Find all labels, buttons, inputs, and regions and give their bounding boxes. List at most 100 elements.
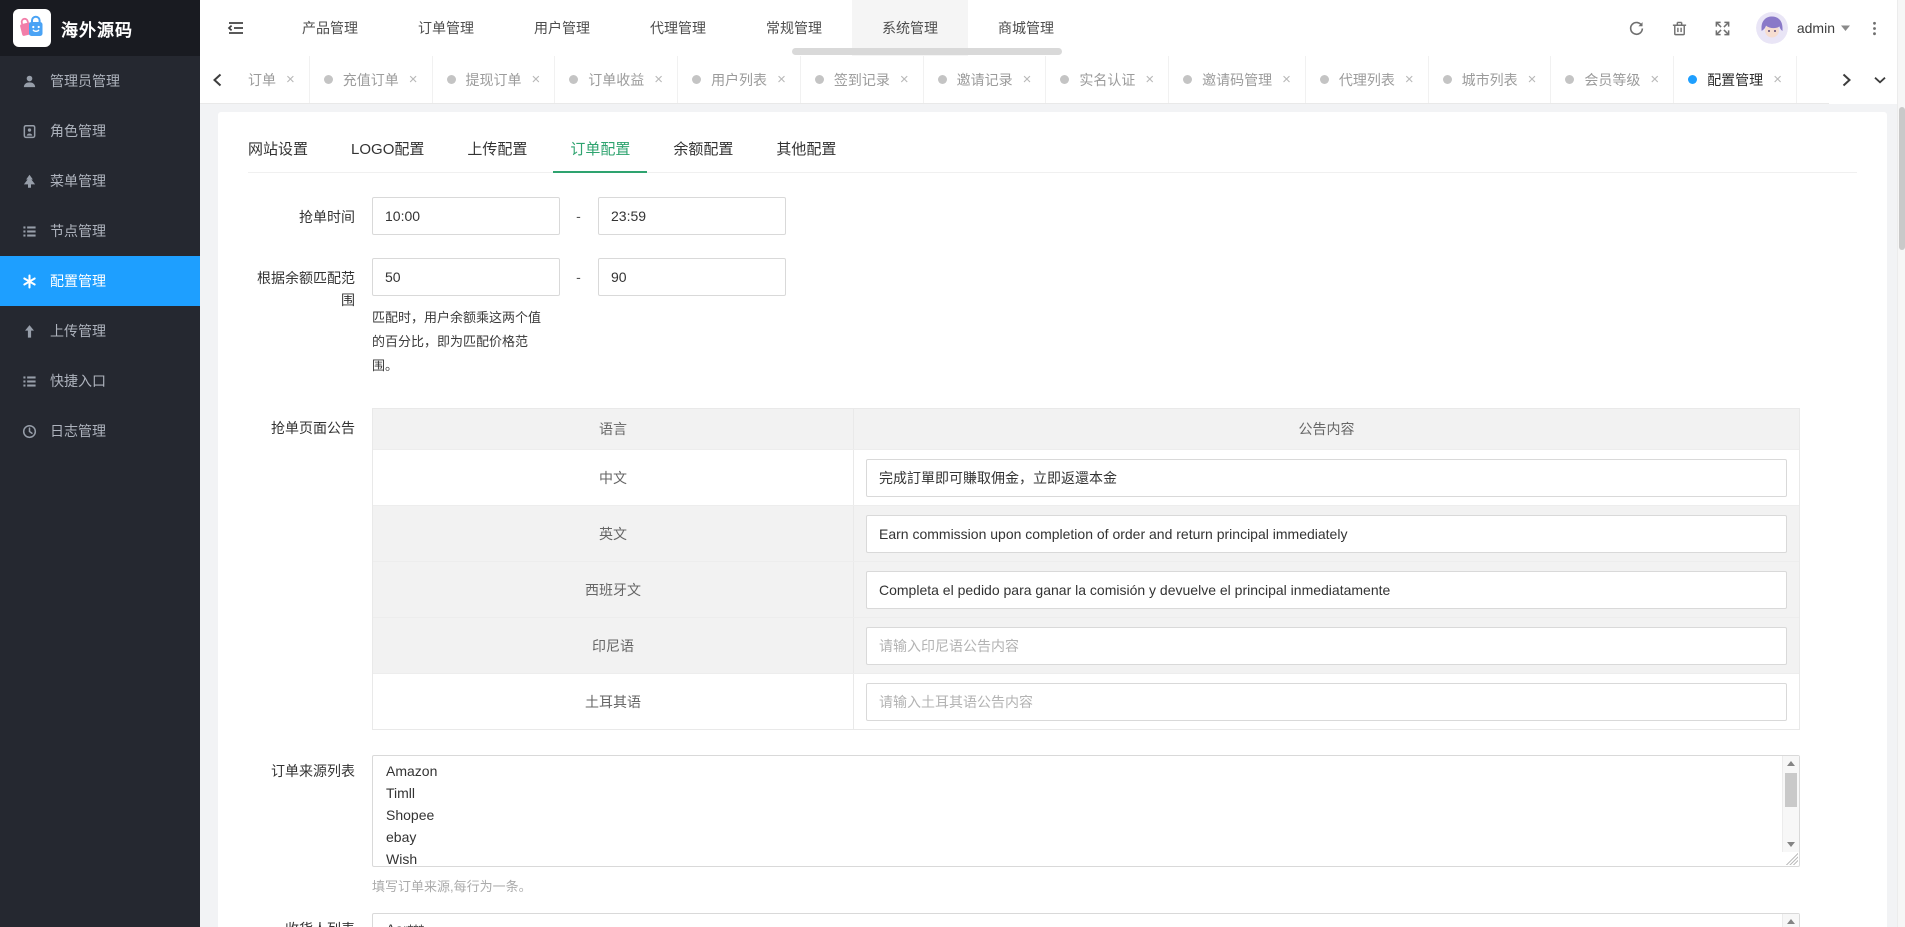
sidebar-item-label: 管理员管理 [50,73,120,89]
tab-member-levels[interactable]: 会员等级 × [1551,56,1675,103]
tab-order-config[interactable]: 订单配置 [553,128,648,173]
tab-dot-icon [1060,75,1070,84]
textarea-scrollbar[interactable] [1782,914,1799,927]
tab-close-icon[interactable]: × [532,72,541,87]
tab-close-icon[interactable]: × [1282,72,1291,87]
tab-close-icon[interactable]: × [900,72,909,87]
balance-match-hint: 匹配时，用户余额乘这两个值的百分比，即为匹配价格范围。 [372,310,542,373]
more-options-icon[interactable] [1850,0,1889,56]
order-sources-label: 订单来源列表 [271,763,355,779]
language-cell: 印尼语 [592,637,634,654]
tabs-dropdown-icon[interactable] [1863,75,1897,85]
tab-user-list[interactable]: 用户列表 × [678,56,801,103]
tab-recharge-orders[interactable]: 充值订单 × [310,56,433,103]
tab-invite-records[interactable]: 邀请记录 × [924,56,1047,103]
user-avatar[interactable] [1755,12,1788,44]
column-header-language: 语言 [599,421,627,437]
grab-time-end-input[interactable] [598,197,786,235]
tab-dot-icon [692,75,702,84]
tab-dot-icon [1688,75,1698,84]
list-icon [23,225,36,237]
topnav-agents[interactable]: 代理管理 [620,0,736,56]
topnav-users[interactable]: 用户管理 [504,0,620,56]
scroll-up-icon[interactable] [1783,914,1799,927]
refresh-icon[interactable] [1615,0,1658,56]
trash-icon[interactable] [1658,0,1701,56]
tab-identity-verify[interactable]: 实名认证 × [1046,56,1170,103]
tab-order-earnings[interactable]: 订单收益 × [555,56,679,103]
consignees-label: 收货人列表 [248,913,355,927]
balance-match-max-input[interactable] [598,258,786,296]
announcement-input-id[interactable] [866,626,1787,665]
sidebar-item-label: 快捷入口 [50,373,106,389]
scroll-up-icon[interactable] [1783,756,1799,771]
consignees-value: Aar*** [373,914,1799,927]
tab-close-icon[interactable]: × [409,72,418,87]
announcement-input-es[interactable] [866,570,1787,609]
menu-fold-icon[interactable] [200,0,272,56]
clock-icon [22,424,37,438]
tab-close-icon[interactable]: × [286,72,295,87]
sidebar-item-upload[interactable]: 上传管理 [0,306,200,356]
tab-invite-codes[interactable]: 邀请码管理 × [1169,56,1306,103]
tab-order[interactable]: 订单 × [234,56,310,103]
config-asterisk-icon [23,273,36,289]
scroll-down-icon[interactable] [1783,837,1799,852]
tab-dot-icon [446,75,456,84]
tab-close-icon[interactable]: × [1145,72,1154,87]
tabs-scroll-left-icon[interactable] [200,56,234,103]
range-separator: - [576,269,581,285]
tab-close-icon[interactable]: × [654,72,663,87]
tab-checkin-records[interactable]: 签到记录 × [801,56,924,103]
tab-close-icon[interactable]: × [777,72,786,87]
user-menu[interactable]: admin [1797,20,1850,36]
tab-site-settings[interactable]: 网站设置 [248,128,308,172]
sidebar-item-admin[interactable]: 管理员管理 [0,56,200,106]
sidebar-item-nodes[interactable]: 节点管理 [0,206,200,256]
announcement-input-en[interactable] [866,514,1787,553]
tab-close-icon[interactable]: × [1405,72,1414,87]
topnav-products[interactable]: 产品管理 [272,0,388,56]
grab-time-start-input[interactable] [372,197,560,235]
tab-agent-list[interactable]: 代理列表 × [1306,56,1429,103]
fullscreen-icon[interactable] [1701,0,1744,56]
list-icon [23,375,36,387]
tab-balance-config[interactable]: 余额配置 [673,128,733,172]
tab-city-list[interactable]: 城市列表 × [1429,56,1552,103]
tab-close-icon[interactable]: × [1773,72,1782,87]
textarea-scrollbar[interactable] [1782,756,1799,852]
sidebar-item-config[interactable]: 配置管理 [0,256,200,306]
tab-withdraw-orders[interactable]: 提现订单 × [433,56,556,103]
page-scrollbar-thumb[interactable] [1899,107,1905,250]
topnav-orders[interactable]: 订单管理 [388,0,504,56]
tab-config-management[interactable]: 配置管理 × [1674,56,1797,103]
tab-close-icon[interactable]: × [1528,72,1537,87]
page-scrollbar[interactable] [1897,0,1905,927]
language-cell: 土耳其语 [585,693,641,710]
tab-close-icon[interactable]: × [1650,72,1659,87]
announcement-label: 抢单页面公告 [271,420,355,436]
tab-other-config[interactable]: 其他配置 [776,128,836,172]
sidebar-item-menus[interactable]: 菜单管理 [0,156,200,206]
sidebar-item-roles[interactable]: 角色管理 [0,106,200,156]
tabs-scroll-right-icon[interactable] [1829,73,1863,87]
sidebar-item-shortcuts[interactable]: 快捷入口 [0,356,200,406]
tab-upload-config[interactable]: 上传配置 [467,128,527,172]
announcement-input-tr[interactable] [866,682,1787,721]
scrollbar-thumb[interactable] [1785,773,1797,807]
announcement-input-zh[interactable] [866,458,1787,497]
tree-icon [23,174,36,188]
resize-grip[interactable] [1786,853,1798,865]
grab-time-label: 抢单时间 [299,209,355,225]
username-text: admin [1796,20,1835,36]
tab-dot-icon [1565,75,1575,84]
balance-match-min-input[interactable] [372,258,560,296]
sidebar-item-logs[interactable]: 日志管理 [0,406,200,456]
order-sources-textarea[interactable]: Amazon Timll Shopee ebay Wish [372,755,1800,867]
tab-close-icon[interactable]: × [1023,72,1032,87]
consignees-textarea[interactable]: Aar*** [372,913,1800,927]
range-separator: - [576,208,581,224]
language-cell: 英文 [599,525,627,542]
tab-logo-config[interactable]: LOGO配置 [351,128,424,172]
tabbar-horizontal-scrollbar-thumb[interactable] [792,48,1062,55]
